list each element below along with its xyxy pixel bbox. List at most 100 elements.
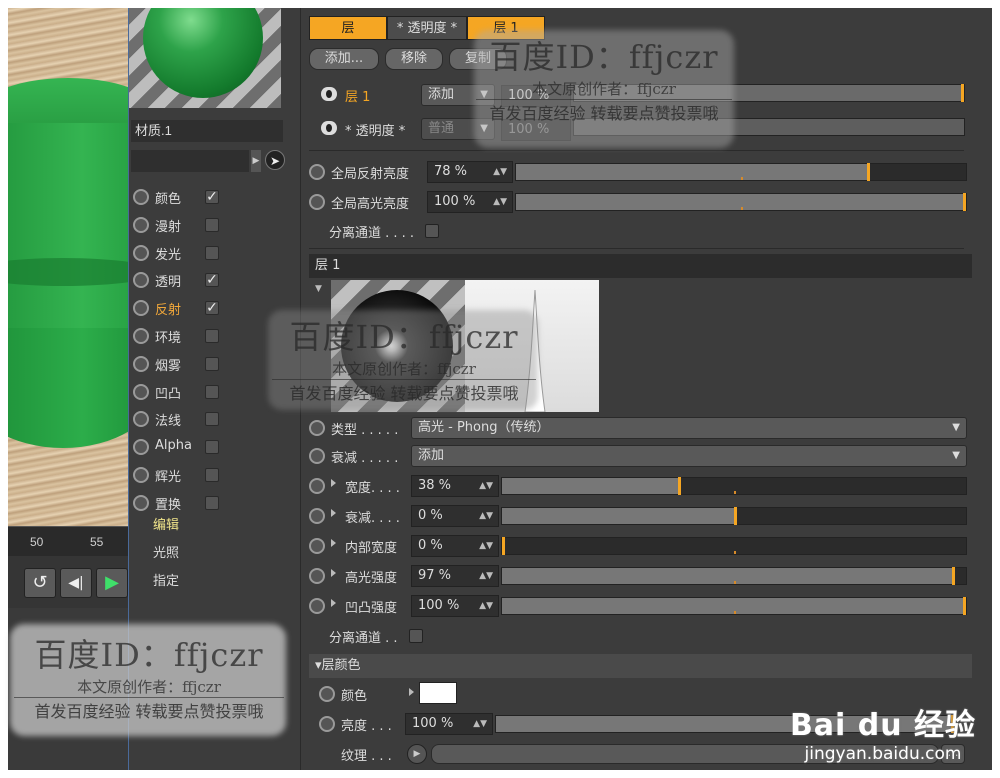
material-preview[interactable] <box>129 8 281 108</box>
separate-pass-checkbox[interactable] <box>425 224 439 238</box>
separate-pass-checkbox[interactable] <box>409 629 423 643</box>
slider-knob[interactable] <box>502 537 505 555</box>
animate-radio[interactable] <box>309 448 325 464</box>
channel-row[interactable]: 法线 <box>133 406 293 432</box>
tab-transparency[interactable]: * 透明度 * <box>387 16 467 40</box>
material-name-field[interactable]: 材质.1 <box>131 120 283 142</box>
channel-radio[interactable] <box>133 244 149 261</box>
link-edit[interactable]: 编辑 <box>153 514 179 533</box>
channel-label[interactable]: 凹凸 <box>155 383 181 402</box>
channel-label[interactable]: 烟雾 <box>155 355 181 374</box>
animate-radio[interactable] <box>309 538 325 554</box>
channel-checkbox[interactable] <box>205 245 219 260</box>
channel-checkbox[interactable] <box>205 356 219 371</box>
brightness-field[interactable]: 100 % ▲▼ <box>405 713 493 735</box>
color-swatch[interactable] <box>419 682 457 704</box>
slider-knob[interactable] <box>678 477 682 495</box>
param-slider[interactable] <box>501 537 967 555</box>
channel-checkbox[interactable] <box>205 329 219 343</box>
channel-label[interactable]: 置换 <box>155 494 181 513</box>
param-field[interactable]: 100 % ▲▼ <box>427 191 513 213</box>
chevron-right-icon[interactable]: ▶ <box>251 150 261 172</box>
param-slider[interactable] <box>501 567 967 585</box>
link-assign[interactable]: 指定 <box>153 570 179 589</box>
channel-radio[interactable] <box>133 216 149 233</box>
collapse-triangle-icon[interactable]: ▼ <box>315 284 322 294</box>
expand-triangle-icon[interactable] <box>331 539 336 547</box>
remove-layer-button[interactable]: 移除 <box>385 48 443 70</box>
param-slider[interactable] <box>515 193 967 211</box>
channel-checkbox[interactable]: ✓ <box>205 301 219 316</box>
spinner-icon[interactable]: ▲▼ <box>479 566 493 586</box>
channel-checkbox[interactable] <box>205 217 219 232</box>
expand-triangle-icon[interactable] <box>409 688 414 696</box>
animate-radio[interactable] <box>309 598 325 614</box>
animate-radio[interactable] <box>309 508 325 524</box>
type-select[interactable]: 高光 - Phong（传统） ▼ <box>411 417 967 439</box>
channel-row[interactable]: 辉光 <box>133 462 293 488</box>
add-layer-button[interactable]: 添加... <box>309 48 379 70</box>
slider-knob[interactable] <box>963 597 966 615</box>
channel-row[interactable]: 发光 <box>133 240 293 266</box>
layer-color-header[interactable]: ▾层颜色 <box>309 654 972 678</box>
param-field[interactable]: 100 % ▲▼ <box>411 595 499 617</box>
channel-radio[interactable] <box>133 467 149 483</box>
tab-layer[interactable]: 层 <box>309 16 387 40</box>
param-slider[interactable] <box>501 477 967 495</box>
param-field[interactable]: 0 % ▲▼ <box>411 505 499 527</box>
channel-label[interactable]: 漫射 <box>155 216 181 235</box>
param-field[interactable]: 97 % ▲▼ <box>411 565 499 587</box>
spinner-icon[interactable]: ▲▼ <box>479 596 493 616</box>
channel-label[interactable]: 环境 <box>155 327 181 346</box>
material-search-field[interactable] <box>131 150 249 172</box>
channel-checkbox[interactable] <box>205 384 219 399</box>
step-back-icon[interactable]: ◀| <box>60 568 92 598</box>
channel-checkbox[interactable] <box>205 468 219 482</box>
eye-icon[interactable] <box>321 87 337 101</box>
expand-triangle-icon[interactable] <box>331 479 336 487</box>
channel-radio[interactable] <box>133 189 149 205</box>
channel-label[interactable]: 透明 <box>155 271 181 290</box>
channel-label[interactable]: 法线 <box>155 410 181 429</box>
param-slider[interactable] <box>501 597 967 615</box>
channel-label[interactable]: 辉光 <box>155 466 181 485</box>
channel-label[interactable]: 颜色 <box>155 188 181 207</box>
channel-radio[interactable] <box>133 355 149 372</box>
goto-start-icon[interactable]: ↺ <box>24 568 56 598</box>
param-slider[interactable] <box>501 507 967 525</box>
slider-knob[interactable] <box>952 567 956 585</box>
channel-checkbox[interactable]: ✓ <box>205 190 219 204</box>
channel-radio[interactable] <box>133 383 149 400</box>
channel-row[interactable]: 漫射 <box>133 212 293 238</box>
slider-knob[interactable] <box>734 507 737 525</box>
channel-checkbox[interactable] <box>205 495 219 510</box>
channel-radio[interactable] <box>133 300 149 317</box>
slider-knob[interactable] <box>867 163 870 181</box>
spinner-icon[interactable]: ▲▼ <box>479 536 493 556</box>
channel-row[interactable]: 透明 ✓ <box>133 267 293 293</box>
animate-radio[interactable] <box>319 716 335 732</box>
animate-radio[interactable] <box>309 478 325 494</box>
animate-radio[interactable] <box>309 420 325 436</box>
channel-radio[interactable] <box>133 272 149 289</box>
link-illumination[interactable]: 光照 <box>153 542 179 561</box>
animate-radio[interactable] <box>309 568 325 584</box>
channel-checkbox[interactable] <box>205 440 219 455</box>
eye-icon[interactable] <box>321 121 337 135</box>
3d-viewport[interactable] <box>8 8 128 526</box>
spinner-icon[interactable]: ▲▼ <box>493 162 507 182</box>
channel-radio[interactable] <box>133 494 149 511</box>
play-icon[interactable]: ▶ <box>96 568 128 598</box>
channel-row[interactable]: 置换 <box>133 490 293 516</box>
channel-label[interactable]: 反射 <box>155 299 181 318</box>
channel-row[interactable]: Alpha <box>133 434 293 460</box>
channel-checkbox[interactable]: ✓ <box>205 273 219 288</box>
timeline-ruler[interactable]: 50 55 <box>8 526 128 556</box>
expand-triangle-icon[interactable] <box>331 569 336 577</box>
param-field[interactable]: 78 % ▲▼ <box>427 161 513 183</box>
falloff-select[interactable]: 添加 ▼ <box>411 445 967 467</box>
spinner-icon[interactable]: ▲▼ <box>479 476 493 496</box>
slider-knob[interactable] <box>963 193 966 211</box>
layer-1-header[interactable]: 层 1 <box>309 254 972 278</box>
animate-radio[interactable] <box>319 686 335 702</box>
